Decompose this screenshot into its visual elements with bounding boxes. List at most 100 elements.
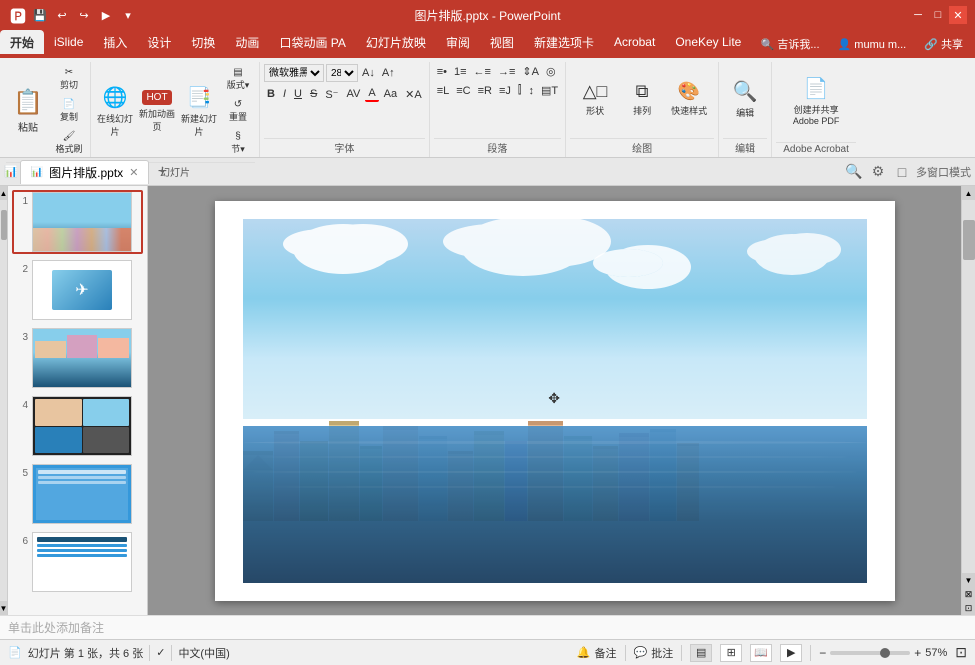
tab-close-button[interactable]: ✕ [129,166,138,179]
align-right-button[interactable]: ≡R [475,84,495,98]
align-center-button[interactable]: ≡C [453,84,473,98]
cut-button[interactable]: ✂ 剪切 [52,64,86,94]
zoom-in-button[interactable]: + [914,646,921,660]
scroll-page-up-button[interactable]: ⊠ [962,587,975,601]
tab-onekey[interactable]: OneKey Lite [665,30,751,54]
multi-window-button[interactable]: 多窗口模式 [916,164,971,180]
slide-thumb-3[interactable]: 3 [12,326,143,390]
slide-thumb-1[interactable]: 1 [12,190,143,254]
scroll-down-button[interactable]: ▼ [962,573,975,587]
scroll-thumb[interactable] [963,220,975,260]
tab-slideshow[interactable]: 幻灯片放映 [356,30,436,54]
italic-button[interactable]: I [280,87,289,101]
font-size-select[interactable]: 28 [326,64,358,82]
underline-button[interactable]: U [291,87,305,101]
numbering-button[interactable]: 1≡ [451,65,470,79]
tab-islide[interactable]: iSlide [44,30,93,54]
paste-button[interactable]: 📋 粘贴 [6,78,50,144]
account-button[interactable]: 👤 mumu m... [830,32,915,56]
window-mode-icon[interactable]: □ [892,162,912,182]
add-animation-button[interactable]: HOT 新加动画页 [137,78,177,144]
zoom-slider-thumb[interactable] [880,648,890,658]
text-direction-button[interactable]: ⇕A [519,64,542,79]
align-left-button[interactable]: ≡L [434,84,453,98]
font-color-button[interactable]: A [365,86,378,102]
panel-scroll-down[interactable]: ▼ [0,601,7,615]
tell-me-button[interactable]: 🔍 吉诉我... [753,32,828,56]
slide-thumb-5[interactable]: 5 [12,462,143,526]
panel-scroll-up[interactable]: ▲ [0,186,7,200]
paragraph-group: ≡• 1≡ ←≡ →≡ ⇕A ◎ ≡L ≡C ≡R ≡J ⫿ ↕ ▤T 段落 [430,62,566,157]
slide-thumb-6[interactable]: 6 [12,530,143,594]
create-pdf-button[interactable]: 📄 创建并共享Adobe PDF [776,68,856,134]
font-decrease-button[interactable]: A↓ [359,66,378,80]
format-painter-button[interactable]: 🖌 格式刷 [52,128,86,158]
justify-button[interactable]: ≡J [496,84,514,98]
tab-pocket-animation[interactable]: 口袋动画 PA [269,30,355,54]
save-button[interactable]: 💾 [30,5,50,25]
reading-view-button[interactable]: 📖 [750,644,772,662]
zoom-slider[interactable] [830,651,910,655]
tab-review[interactable]: 审阅 [436,30,480,54]
slide-thumb-2[interactable]: 2 ✈ [12,258,143,322]
redo-button[interactable]: ↪ [74,5,94,25]
decrease-indent-button[interactable]: ←≡ [471,65,494,79]
increase-indent-button[interactable]: →≡ [495,65,518,79]
char-spacing-button[interactable]: AV [343,87,363,101]
reset-button[interactable]: ↺ 重置 [221,96,255,126]
main-slide-canvas[interactable]: ✥ [215,201,895,601]
undo-button[interactable]: ↩ [52,5,72,25]
tab-view[interactable]: 视图 [480,30,524,54]
scroll-page-down-button[interactable]: ⊡ [962,601,975,615]
copy-button[interactable]: 📄 复制 [52,96,86,126]
tab-transition[interactable]: 切换 [181,30,225,54]
bullets-button[interactable]: ≡• [434,65,450,79]
scroll-up-button[interactable]: ▲ [962,186,975,200]
notes-bar[interactable]: 单击此处添加备注 [0,615,975,639]
tab-animation[interactable]: 动画 [225,30,269,54]
bold-button[interactable]: B [264,87,278,101]
shadow-button[interactable]: S⁻ [322,87,341,102]
arrange-button[interactable]: ⧉ 排列 [622,66,662,132]
clear-format-button[interactable]: ✕A [402,87,425,102]
new-slide-button[interactable]: 📑 新建幻灯片 [179,78,219,144]
shapes-button[interactable]: △□ 形状 [570,66,620,132]
document-tab[interactable]: 📊 图片排版.pptx ✕ [20,160,150,184]
tab-design[interactable]: 设计 [137,30,181,54]
zoom-out-button[interactable]: − [819,646,826,660]
font-name-select[interactable]: 微软雅黑 [264,64,324,82]
title-bar-left: 🅿 💾 ↩ ↪ ▶ ▾ [8,5,138,25]
dropdown-arrow-icon[interactable]: ▾ [118,5,138,25]
fit-to-window-button[interactable]: ⊡ [955,644,967,661]
quick-styles-button[interactable]: 🎨 快速样式 [664,66,714,132]
layout-button[interactable]: ▤ 版式▾ [221,64,255,94]
tab-insert[interactable]: 插入 [93,30,137,54]
columns-button[interactable]: ⫿ [515,83,525,98]
tab-new-options[interactable]: 新建选项卡 [524,30,604,54]
convert-to-smartart-button[interactable]: ◎ [543,64,559,79]
strikethrough-button[interactable]: S [307,87,320,101]
close-button[interactable]: ✕ [949,6,967,24]
search-tabs-icon[interactable]: 🔍 [844,162,864,182]
section-button[interactable]: § 节▾ [221,128,255,158]
edit-button[interactable]: 🔍 编辑 [723,66,767,132]
format-painter-label: 格式刷 [55,142,82,155]
slide-thumb-4[interactable]: 4 [12,394,143,458]
share-button[interactable]: 🔗 共享 [916,32,971,56]
line-spacing-button[interactable]: ↕ [525,84,537,98]
settings-icon[interactable]: ⚙ [868,162,888,182]
slideshow-button[interactable]: ▶ [780,644,802,662]
align-text-button[interactable]: ▤T [538,83,561,98]
divider-2 [171,645,172,661]
present-button[interactable]: ▶ [96,5,116,25]
minimize-button[interactable]: ─ [909,6,927,24]
font-increase-button[interactable]: A↑ [379,66,398,80]
tab-home[interactable]: 开始 [0,30,44,54]
tab-acrobat[interactable]: Acrobat [604,30,665,54]
online-slides-button[interactable]: 🌐 在线幻灯片 [95,78,135,144]
slide-browser-button[interactable]: ⊞ [720,644,742,662]
new-tab-button[interactable]: + [151,161,173,183]
font-case-button[interactable]: Aa [381,87,400,101]
normal-view-button[interactable]: ▤ [690,644,712,662]
maximize-button[interactable]: □ [929,6,947,24]
